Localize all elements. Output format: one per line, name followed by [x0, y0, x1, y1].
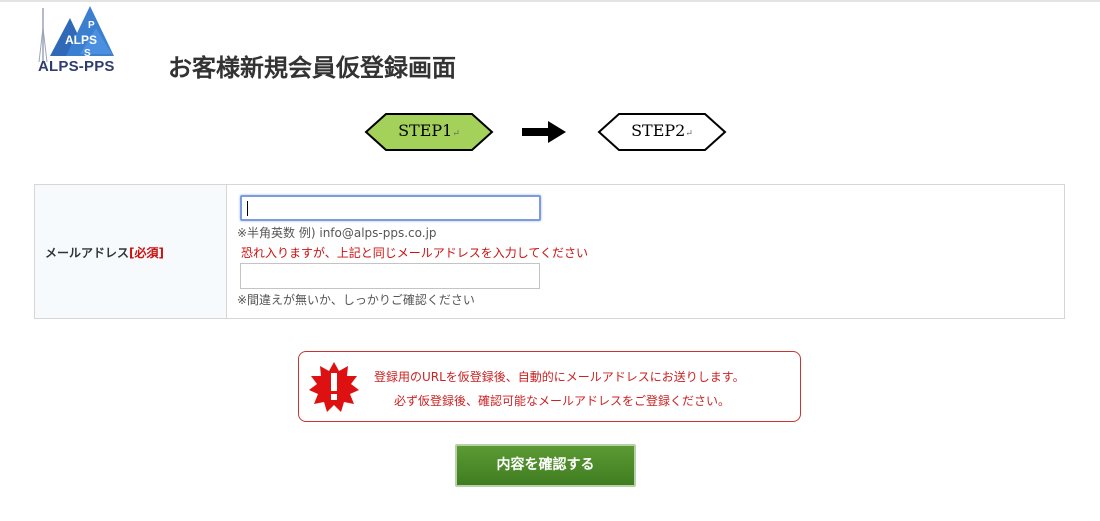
logo-mountain-icon: P ALPS S: [38, 6, 114, 62]
email-label-text: メールアドレス: [45, 246, 130, 260]
email-form-table: メールアドレス[必須] ※半角英数 例) info@alps-pps.co.jp…: [34, 184, 1065, 319]
email-input[interactable]: [240, 195, 541, 221]
exclamation-burst-icon: [309, 362, 359, 412]
confirm-submit-button[interactable]: 内容を確認する: [455, 444, 636, 487]
return-mark-icon: ↵: [685, 129, 693, 139]
site-logo[interactable]: P ALPS S ALPS-PPS: [36, 6, 122, 76]
step1-label: STEP1↵: [398, 121, 460, 140]
right-arrow-icon: [522, 121, 566, 143]
logo-letter-alps: ALPS: [65, 33, 97, 47]
text-caret: [247, 201, 248, 216]
logo-text: ALPS-PPS: [38, 58, 115, 75]
notice-line-2: 必ず仮登録後、確認可能なメールアドレスをご登録ください。: [394, 394, 731, 408]
step2-label: STEP2↵: [631, 121, 693, 140]
notice-box: 登録用のURLを仮登録後、自動的にメールアドレスにお送りします。 必ず仮登録後、…: [298, 351, 801, 422]
notice-line-1: 登録用のURLを仮登録後、自動的にメールアドレスにお送りします。: [374, 370, 745, 384]
email-confirm-input[interactable]: [240, 263, 540, 289]
logo-letter-p: P: [88, 20, 95, 31]
required-mark: [必須]: [129, 246, 164, 260]
confirm-note: 恐れ入りますが、上記と同じメールアドレスを入力してください: [241, 246, 589, 260]
email-label: メールアドレス[必須]: [45, 244, 164, 261]
email-hint: ※半角英数 例) info@alps-pps.co.jp: [237, 226, 437, 240]
email-label-cell: メールアドレス[必須]: [35, 185, 227, 318]
confirm-hint: ※間違えが無いか、しっかりご確認ください: [237, 293, 475, 307]
page-title: お客様新規会員仮登録画面: [168, 54, 456, 82]
top-border: [0, 0, 1100, 2]
return-mark-icon: ↵: [452, 129, 460, 139]
